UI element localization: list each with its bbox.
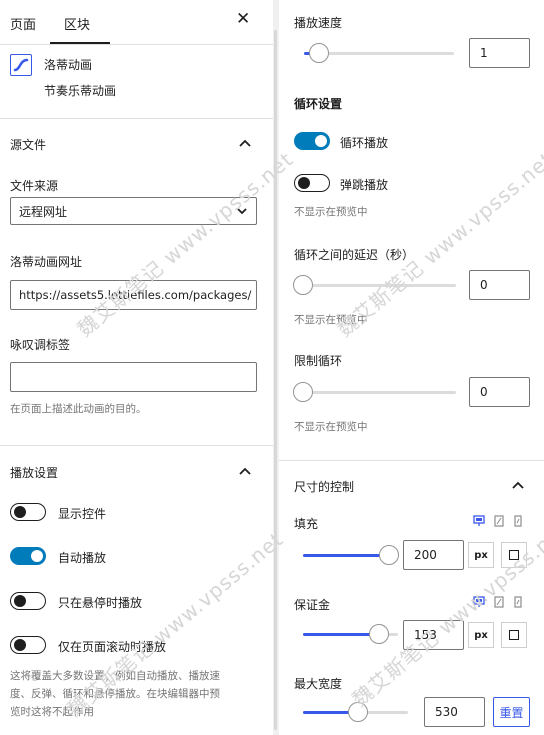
limit-input[interactable]: 0 (469, 377, 530, 407)
block-description: 节奏乐蒂动画 (44, 84, 117, 98)
chevron-up-icon[interactable] (238, 466, 252, 476)
source-section-title[interactable]: 源文件 (10, 136, 46, 153)
padding-slider-thumb[interactable] (379, 545, 399, 565)
padding-unit-button[interactable]: px (468, 542, 494, 568)
mobile-icon[interactable] (512, 596, 524, 608)
file-source-value: 远程网址 (19, 204, 68, 219)
sidebar-left-panel: 页面 区块 ✕ 洛蒂动画 节奏乐蒂动画 源文件 文件来源 远程网址 洛蒂动画网址… (0, 0, 273, 735)
speed-input[interactable]: 1 (469, 38, 530, 68)
chevron-up-icon[interactable] (238, 138, 252, 148)
sidebar-right-panel: 播放速度 1 循环设置 循环播放 弹跳播放 不显示在预览中 循环之间的延迟（秒）… (279, 0, 544, 735)
file-source-label: 文件来源 (10, 179, 59, 193)
divider (0, 44, 273, 45)
limit-slider-track[interactable] (301, 391, 456, 394)
loop-toggle[interactable] (294, 132, 330, 150)
max-width-value: 530 (435, 705, 458, 719)
speed-label: 播放速度 (294, 16, 343, 30)
reset-label: 重置 (499, 705, 524, 720)
size-section-title[interactable]: 尺寸的控制 (294, 478, 354, 495)
mobile-icon[interactable] (512, 515, 524, 527)
loop-section-title: 循环设置 (294, 97, 343, 111)
speed-slider-thumb[interactable] (309, 43, 329, 63)
hover-play-label: 只在悬停时播放 (58, 596, 143, 610)
divider (279, 460, 544, 461)
loop-label: 循环播放 (340, 136, 389, 150)
reset-button[interactable]: 重置 (493, 697, 530, 727)
aria-label: 咏叹调标签 (10, 338, 71, 352)
margin-slider-fill (303, 633, 375, 636)
block-title: 洛蒂动画 (44, 58, 93, 72)
tablet-icon[interactable] (493, 515, 505, 527)
aria-label-input[interactable] (10, 362, 257, 392)
show-controls-label: 显示控件 (58, 507, 107, 521)
tab-page[interactable]: 页面 (10, 14, 36, 33)
url-label: 洛蒂动画网址 (10, 255, 83, 269)
limit-help: 不显示在预览中 (294, 421, 368, 433)
delay-label: 循环之间的延迟（秒） (294, 248, 415, 262)
margin-unit-button[interactable]: px (468, 622, 494, 648)
margin-link-button[interactable] (501, 622, 527, 648)
limit-label: 限制循环 (294, 354, 343, 368)
padding-label: 填充 (294, 517, 319, 531)
padding-value: 200 (414, 548, 437, 562)
scroll-play-toggle[interactable] (10, 636, 46, 654)
hover-play-toggle[interactable] (10, 592, 46, 610)
desktop-icon[interactable] (473, 515, 485, 527)
close-icon[interactable]: ✕ (236, 10, 250, 28)
speed-value: 1 (480, 46, 488, 60)
limit-value: 0 (480, 385, 488, 399)
bounce-help: 不显示在预览中 (294, 206, 368, 218)
delay-value: 0 (480, 278, 488, 292)
delay-input[interactable]: 0 (469, 270, 530, 300)
show-controls-toggle[interactable] (10, 503, 46, 521)
padding-unit: px (474, 549, 488, 561)
margin-label: 保证金 (294, 598, 331, 612)
max-width-input[interactable]: 530 (424, 697, 485, 727)
limit-slider-thumb[interactable] (293, 382, 313, 402)
chevron-up-icon[interactable] (511, 480, 525, 490)
tab-block[interactable]: 区块 (64, 14, 90, 33)
delay-slider-thumb[interactable] (293, 275, 313, 295)
max-width-label: 最大宽度 (294, 677, 343, 691)
lottie-block-icon (10, 54, 32, 76)
divider (0, 118, 273, 119)
aria-help-text: 在页面上描述此动画的目的。 (10, 403, 147, 415)
margin-slider-thumb[interactable] (369, 624, 389, 644)
playback-section-title[interactable]: 播放设置 (10, 464, 58, 481)
bounce-toggle[interactable] (294, 174, 330, 192)
margin-unit: px (474, 629, 488, 641)
bounce-label: 弹跳播放 (340, 178, 389, 192)
autoplay-label: 自动播放 (58, 551, 107, 565)
divider (0, 445, 273, 446)
padding-input[interactable]: 200 (403, 540, 464, 570)
autoplay-toggle[interactable] (10, 547, 46, 565)
